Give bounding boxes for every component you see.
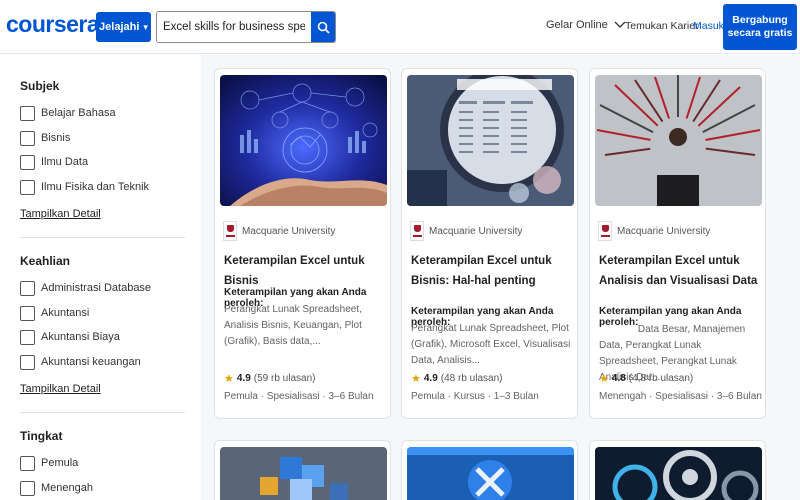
filter-option-label: Ilmu Data (41, 156, 89, 168)
checkbox[interactable] (20, 179, 35, 195)
checkbox[interactable] (20, 305, 35, 321)
partner-name: Macquarie University (242, 225, 336, 237)
blue-cubes-image (220, 447, 387, 500)
course-card[interactable] (214, 440, 391, 500)
nav-online-degrees-label: Gelar Online (546, 19, 608, 31)
star-icon: ★ (411, 373, 421, 385)
rating-row: ★ 4.9 (59 rb ulasan) (224, 372, 315, 385)
checkbox[interactable] (20, 280, 35, 296)
coursera-logo[interactable]: coursera (6, 11, 100, 38)
checkbox[interactable] (20, 154, 35, 170)
checkbox[interactable] (20, 354, 35, 370)
nav-online-degrees[interactable]: Gelar Online (546, 19, 626, 31)
search-button[interactable] (311, 12, 335, 42)
login-link[interactable]: Masuk (693, 20, 724, 32)
filter-title-level: Tingkat (20, 429, 63, 443)
tools-icon-image (407, 447, 574, 500)
course-card[interactable]: Macquarie University Keterampilan Excel … (401, 68, 578, 419)
checkbox[interactable] (20, 130, 35, 146)
filter-option[interactable]: Pemula (20, 454, 78, 472)
explore-label: Jelajahi (99, 21, 140, 33)
filter-title-subject: Subjek (20, 79, 60, 93)
course-meta: Pemula · Spesialisasi · 3–6 Bulan (224, 391, 374, 402)
filter-option[interactable]: Akuntansi Biaya (20, 328, 120, 346)
rating-value: 4.9 (423, 373, 438, 384)
rating-value: 4.8 (611, 373, 626, 384)
macquarie-logo-icon (598, 221, 612, 241)
filter-option-label: Akuntansi Biaya (41, 331, 120, 343)
rating-value: 4.9 (236, 373, 251, 384)
filter-option-label: Pemula (41, 457, 79, 469)
checkbox[interactable] (20, 480, 35, 496)
partner-name: Macquarie University (617, 225, 711, 237)
filter-option-label: Ilmu Fisika dan Teknik (41, 181, 150, 193)
radial-chart-person-image (595, 75, 762, 206)
course-title[interactable]: Keterampilan Excel untuk Analisis dan Vi… (599, 251, 759, 291)
show-more-subject-link[interactable]: Tampilkan Detail (20, 208, 101, 220)
filter-option[interactable]: Akuntansi keuangan (20, 353, 141, 371)
course-card[interactable]: Macquarie University Keterampilan Excel … (589, 68, 766, 419)
course-title[interactable]: Keterampilan Excel untuk Bisnis (224, 251, 384, 291)
filter-option[interactable]: Belajar Bahasa (20, 104, 116, 122)
star-icon: ★ (224, 373, 234, 385)
filter-option[interactable]: Administrasi Database (20, 279, 151, 297)
course-card[interactable] (401, 440, 578, 500)
filter-option-label: Menengah (41, 482, 93, 494)
show-more-skills-link[interactable]: Tampilkan Detail (20, 383, 101, 395)
course-meta: Pemula · Kursus · 1–3 Bulan (411, 391, 539, 402)
course-title[interactable]: Keterampilan Excel untuk Bisnis: Hal-hal… (411, 251, 571, 291)
review-count: (4,8 rb ulasan) (628, 373, 694, 384)
checkbox[interactable] (20, 455, 35, 471)
magnifier-report-image (407, 75, 574, 206)
divider (20, 412, 185, 413)
filter-option-label: Belajar Bahasa (41, 107, 116, 119)
rating-row: ★ 4.9 (48 rb ulasan) (411, 372, 502, 385)
course-card[interactable] (589, 440, 766, 500)
skills-list: Perangkat Lunak Spreadsheet, Analisis Bi… (224, 304, 362, 347)
course-meta: Menengah · Spesialisasi · 3–6 Bulan (599, 391, 762, 402)
partner-row: Macquarie University (410, 221, 522, 241)
review-count: (48 rb ulasan) (440, 373, 503, 384)
checkbox[interactable] (20, 329, 35, 345)
star-icon: ★ (599, 373, 609, 385)
skills-list: Perangkat Lunak Spreadsheet, Plot (Grafi… (411, 323, 571, 366)
filter-option-label: Akuntansi (41, 307, 90, 319)
macquarie-logo-icon (223, 221, 237, 241)
filter-option[interactable]: Ilmu Data (20, 153, 88, 171)
checkbox[interactable] (20, 105, 35, 121)
filter-option[interactable]: Akuntansi (20, 304, 89, 322)
filter-option[interactable]: Bisnis (20, 129, 70, 147)
filter-option-label: Administrasi Database (41, 282, 152, 294)
search-input[interactable] (157, 12, 311, 42)
search-bar (156, 11, 336, 43)
filter-title-skills: Keahlian (20, 254, 71, 268)
partner-row: Macquarie University (223, 221, 335, 241)
course-card[interactable]: Macquarie University Keterampilan Excel … (214, 68, 391, 419)
partner-name: Macquarie University (429, 225, 523, 237)
join-free-button[interactable]: Bergabung secara gratis (723, 4, 797, 50)
gears-image (595, 447, 762, 500)
filter-option-label: Akuntansi keuangan (41, 356, 141, 368)
chevron-down-icon (614, 21, 626, 28)
macquarie-logo-icon (410, 221, 424, 241)
rating-row: ★ 4.8 (4,8 rb ulasan) (599, 372, 693, 385)
data-hand-image (220, 75, 387, 206)
filter-option-label: Bisnis (41, 132, 71, 144)
filter-sidebar: Subjek Belajar Bahasa Bisnis Ilmu Data I… (0, 55, 200, 500)
chevron-down-icon: ▾ (143, 21, 148, 32)
filter-option[interactable]: Ilmu Fisika dan Teknik (20, 178, 149, 196)
explore-button[interactable]: Jelajahi ▾ (96, 12, 151, 42)
review-count: (59 rb ulasan) (253, 373, 316, 384)
top-header: coursera Jelajahi ▾ Gelar Online Temukan… (0, 0, 800, 54)
divider (20, 237, 185, 238)
search-icon (317, 21, 330, 34)
filter-option[interactable]: Menengah (20, 479, 93, 497)
nav-find-career[interactable]: Temukan Karier (625, 20, 699, 32)
partner-row: Macquarie University (598, 221, 710, 241)
